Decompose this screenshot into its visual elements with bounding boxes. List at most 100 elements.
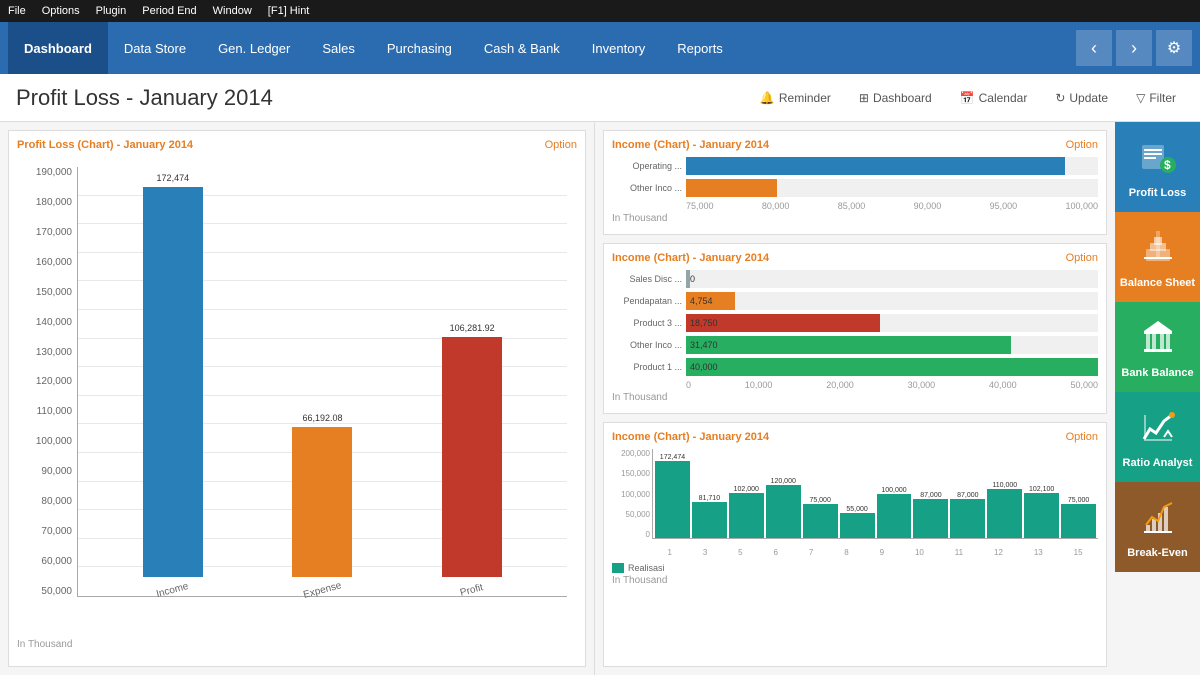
legend-area: Realisasi <box>612 563 1098 573</box>
sidebar-break-even-label: Break-Even <box>1127 547 1188 560</box>
sidebar-item-balance-sheet[interactable]: Balance Sheet <box>1115 212 1200 302</box>
menu-period-end[interactable]: Period End <box>142 5 196 17</box>
mid-chart-header: Income (Chart) - January 2014 Option <box>612 252 1098 264</box>
reminder-label: Reminder <box>779 91 831 105</box>
small-bar-rect-8 <box>950 499 985 538</box>
profit-bar-group: 106,281.92 Profit <box>442 323 502 596</box>
sidebar: $ Profit Loss Balance Sheet <box>1115 122 1200 675</box>
small-bar-col-5: 55,000 <box>840 449 875 538</box>
left-chart-title: Profit Loss (Chart) - January 2014 <box>17 139 193 151</box>
nav-cash-bank[interactable]: Cash & Bank <box>468 22 576 74</box>
small-bar-col-4: 75,000 <box>803 449 838 538</box>
menu-plugin[interactable]: Plugin <box>96 5 127 17</box>
mid-hbar-text-3: 31,470 <box>690 340 718 350</box>
sidebar-item-break-even[interactable]: Break-Even <box>1115 482 1200 572</box>
chart-header: Profit Loss (Chart) - January 2014 Optio… <box>17 139 577 151</box>
break-even-icon <box>1134 493 1182 541</box>
small-bar-rect-1 <box>692 502 727 538</box>
hbar-fill-0 <box>686 157 1065 175</box>
mid-hbar-text-1: 4,754 <box>690 296 713 306</box>
bottom-chart-title: Income (Chart) - January 2014 <box>612 431 769 443</box>
nav-sales[interactable]: Sales <box>306 22 371 74</box>
dashboard-label: Dashboard <box>873 91 932 105</box>
sidebar-item-bank-balance[interactable]: Bank Balance <box>1115 302 1200 392</box>
nav-reports[interactable]: Reports <box>661 22 739 74</box>
nav-inventory[interactable]: Inventory <box>576 22 661 74</box>
bottom-right-chart: Income (Chart) - January 2014 Option 200… <box>603 422 1107 667</box>
ratio-analyst-icon <box>1134 403 1182 451</box>
nav-purchasing[interactable]: Purchasing <box>371 22 468 74</box>
small-bar-rect-0 <box>655 461 690 538</box>
small-bar-col-9: 110,000 <box>987 449 1022 538</box>
hbar-fill-1 <box>686 179 777 197</box>
income-bar <box>143 187 203 577</box>
small-bar-col-11: 75,000 <box>1061 449 1096 538</box>
mid-hbar-track-4: 40,000 <box>686 358 1098 376</box>
filter-icon: ▽ <box>1136 91 1145 105</box>
in-thousand-label: In Thousand <box>17 637 577 652</box>
mid-hbar-fill-3 <box>686 336 1011 354</box>
dashboard-button[interactable]: ⊞ Dashboard <box>851 87 940 109</box>
hbar-track-0 <box>686 157 1098 175</box>
nav-dashboard[interactable]: Dashboard <box>8 22 108 74</box>
reminder-button[interactable]: 🔔 Reminder <box>752 87 839 109</box>
profit-label: Profit <box>459 582 484 599</box>
small-bar-rect-9 <box>987 489 1022 538</box>
mid-right-chart: Income (Chart) - January 2014 Option Sal… <box>603 243 1107 414</box>
expense-bar-group: 66,192.08 Expense <box>292 413 352 596</box>
mid-hbar-text-2: 18,750 <box>690 318 718 328</box>
mid-chart-title: Income (Chart) - January 2014 <box>612 252 769 264</box>
small-bar-col-6: 100,000 <box>877 449 912 538</box>
menu-window[interactable]: Window <box>213 5 252 17</box>
nav-prev-button[interactable]: ‹ <box>1076 30 1112 66</box>
nav-settings-button[interactable]: ⚙ <box>1156 30 1192 66</box>
nav-bar: Dashboard Data Store Gen. Ledger Sales P… <box>0 22 1200 74</box>
top-chart-option[interactable]: Option <box>1066 139 1098 151</box>
small-x-axis: 1 3 5 6 7 8 9 10 11 12 13 15 <box>652 548 1098 557</box>
header-actions: 🔔 Reminder ⊞ Dashboard 📅 Calendar ↻ Upda… <box>752 87 1184 109</box>
mid-hbar-row-2: Product 3 ... 18,750 <box>612 314 1098 332</box>
balance-sheet-icon <box>1134 223 1182 271</box>
mid-hbar-label-1: Pendapatan ... <box>612 296 682 306</box>
update-button[interactable]: ↻ Update <box>1047 87 1116 109</box>
bar-chart-container: 50,000 60,000 70,000 80,000 90,000 100,0… <box>17 157 577 637</box>
expense-value: 66,192.08 <box>302 413 342 423</box>
right-panel: Income (Chart) - January 2014 Option Ope… <box>595 122 1115 675</box>
small-bar-rect-10 <box>1024 493 1059 538</box>
mid-hbar-chart: Sales Disc ... 0 Pendapatan ... 4,754 Pr… <box>612 270 1098 405</box>
mid-hbar-track-2: 18,750 <box>686 314 1098 332</box>
filter-button[interactable]: ▽ Filter <box>1128 87 1184 109</box>
small-bar-col-3: 120,000 <box>766 449 801 538</box>
small-bar-col-1: 81,710 <box>692 449 727 538</box>
bottom-chart-header: Income (Chart) - January 2014 Option <box>612 431 1098 443</box>
bank-balance-icon <box>1134 313 1182 361</box>
sidebar-item-ratio-analyst[interactable]: Ratio Analyst <box>1115 392 1200 482</box>
nav-data-store[interactable]: Data Store <box>108 22 202 74</box>
mid-hbar-track-0: 0 <box>686 270 1098 288</box>
nav-gen-ledger[interactable]: Gen. Ledger <box>202 22 306 74</box>
small-bar-col-8: 87,000 <box>950 449 985 538</box>
legend-label: Realisasi <box>628 563 665 573</box>
mid-hbar-row-3: Other Inco ... 31,470 <box>612 336 1098 354</box>
top-in-thousand: In Thousand <box>612 211 1098 226</box>
small-bar-col-10: 102,100 <box>1024 449 1059 538</box>
menu-file[interactable]: File <box>8 5 26 17</box>
profit-value: 106,281.92 <box>450 323 495 333</box>
bottom-chart-option[interactable]: Option <box>1066 431 1098 443</box>
left-chart-option[interactable]: Option <box>545 139 577 151</box>
expense-bar <box>292 427 352 577</box>
menu-hint[interactable]: [F1] Hint <box>268 5 310 17</box>
income-bar-group: 172,474 Income <box>143 173 203 596</box>
hbar-row-1: Other Inco ... <box>612 179 1098 197</box>
mid-chart-option[interactable]: Option <box>1066 252 1098 264</box>
calendar-icon: 📅 <box>960 91 975 105</box>
page-header: Profit Loss - January 2014 🔔 Reminder ⊞ … <box>0 74 1200 122</box>
menu-options[interactable]: Options <box>42 5 80 17</box>
nav-next-button[interactable]: › <box>1116 30 1152 66</box>
top-chart-title: Income (Chart) - January 2014 <box>612 139 769 151</box>
calendar-button[interactable]: 📅 Calendar <box>952 87 1036 109</box>
expense-label: Expense <box>302 580 342 601</box>
profit-loss-chart: Profit Loss (Chart) - January 2014 Optio… <box>8 130 586 667</box>
hbar-track-1 <box>686 179 1098 197</box>
sidebar-item-profit-loss[interactable]: $ Profit Loss <box>1115 122 1200 212</box>
